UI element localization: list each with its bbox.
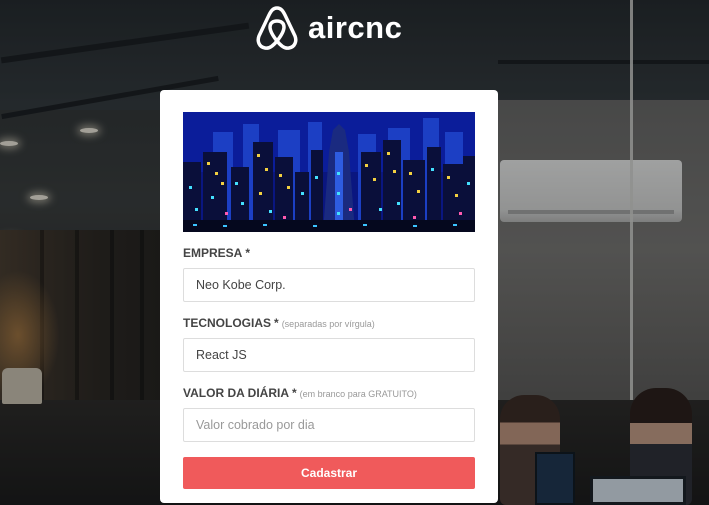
empresa-input[interactable] <box>183 268 475 302</box>
empresa-label-text: EMPRESA <box>183 246 243 260</box>
city-skyline-image <box>183 112 475 232</box>
valor-input[interactable] <box>183 408 475 442</box>
tecnologias-label-text: TECNOLOGIAS <box>183 316 272 330</box>
valor-label-text: VALOR DA DIÁRIA <box>183 386 289 400</box>
tecnologias-hint: (separadas por vírgula) <box>281 319 375 329</box>
app-logo: aircnc <box>254 4 402 52</box>
empresa-label: EMPRESA * <box>183 246 475 262</box>
hero-image <box>183 112 475 232</box>
valor-label: VALOR DA DIÁRIA * (em branco para GRATUI… <box>183 386 475 402</box>
empresa-required-mark: * <box>245 246 251 260</box>
valor-required-mark: * <box>292 386 297 400</box>
new-spot-form-card: EMPRESA * TECNOLOGIAS * (separadas por v… <box>160 90 498 503</box>
cadastrar-button[interactable]: Cadastrar <box>183 457 475 489</box>
airbnb-belo-icon <box>256 6 298 50</box>
valor-hint: (em branco para GRATUITO) <box>299 389 417 399</box>
tecnologias-required-mark: * <box>274 316 279 330</box>
logo-text: aircnc <box>308 10 403 45</box>
tecnologias-input[interactable] <box>183 338 475 372</box>
tecnologias-label: TECNOLOGIAS * (separadas por vírgula) <box>183 316 475 332</box>
